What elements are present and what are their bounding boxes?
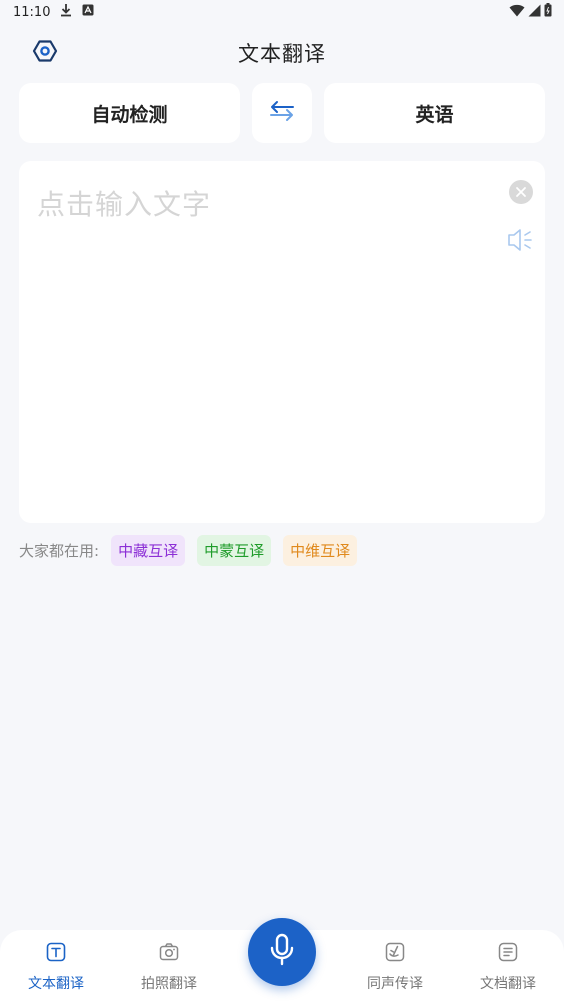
speaker-icon	[507, 229, 535, 257]
settings-hexagon-icon	[32, 38, 58, 68]
swap-arrows-icon	[268, 99, 296, 128]
download-icon	[60, 3, 72, 21]
source-language-label: 自动检测	[91, 103, 168, 126]
status-right	[509, 3, 552, 21]
speak-button[interactable]	[507, 227, 535, 253]
text-t-icon	[46, 942, 66, 966]
swap-languages-button[interactable]	[252, 83, 312, 143]
target-language-button[interactable]: 英语	[324, 83, 545, 143]
chip-label: 中维互译	[290, 542, 351, 560]
chip-tibetan[interactable]: 中藏互译	[111, 535, 186, 566]
notification-app-icon	[82, 4, 94, 20]
clear-button[interactable]	[509, 180, 533, 204]
wifi-icon	[509, 4, 525, 21]
chip-mongolian[interactable]: 中蒙互译	[197, 535, 272, 566]
input-card	[19, 161, 545, 523]
nav-document-translate[interactable]: 文档翻译	[463, 942, 553, 998]
nav-label: 同声传译	[367, 976, 423, 992]
chip-uyghur[interactable]: 中维互译	[283, 535, 358, 566]
microphone-button[interactable]	[248, 918, 316, 986]
nav-simultaneous-interpretation[interactable]: 同声传译	[350, 942, 440, 998]
nav-label: 文档翻译	[480, 976, 536, 992]
target-language-label: 英语	[415, 103, 454, 126]
page-title: 文本翻译	[238, 42, 326, 66]
header: 文本翻译	[0, 30, 564, 76]
microphone-icon	[267, 933, 297, 971]
close-icon	[515, 183, 527, 202]
source-language-button[interactable]: 自动检测	[19, 83, 240, 143]
nav-text-translate[interactable]: 文本翻译	[11, 942, 101, 998]
nav-photo-translate[interactable]: 拍照翻译	[124, 942, 214, 998]
signal-icon	[528, 4, 541, 21]
nav-label: 文本翻译	[28, 976, 84, 992]
language-selector: 自动检测 英语	[19, 83, 545, 143]
camera-icon	[159, 942, 179, 966]
chip-label: 中蒙互译	[204, 542, 265, 560]
nav-label: 拍照翻译	[141, 976, 197, 992]
document-icon	[498, 942, 518, 966]
popular-label: 大家都在用:	[19, 542, 100, 560]
chip-label: 中藏互译	[118, 542, 179, 560]
status-bar: 11:10	[0, 0, 564, 24]
status-left: 11:10	[13, 3, 94, 21]
simultaneous-icon	[385, 942, 405, 966]
settings-button[interactable]	[30, 38, 60, 68]
translation-input[interactable]	[19, 161, 489, 501]
popular-translations: 大家都在用: 中藏互译 中蒙互译 中维互译	[19, 535, 358, 566]
status-time: 11:10	[13, 4, 51, 20]
battery-icon	[544, 3, 552, 21]
